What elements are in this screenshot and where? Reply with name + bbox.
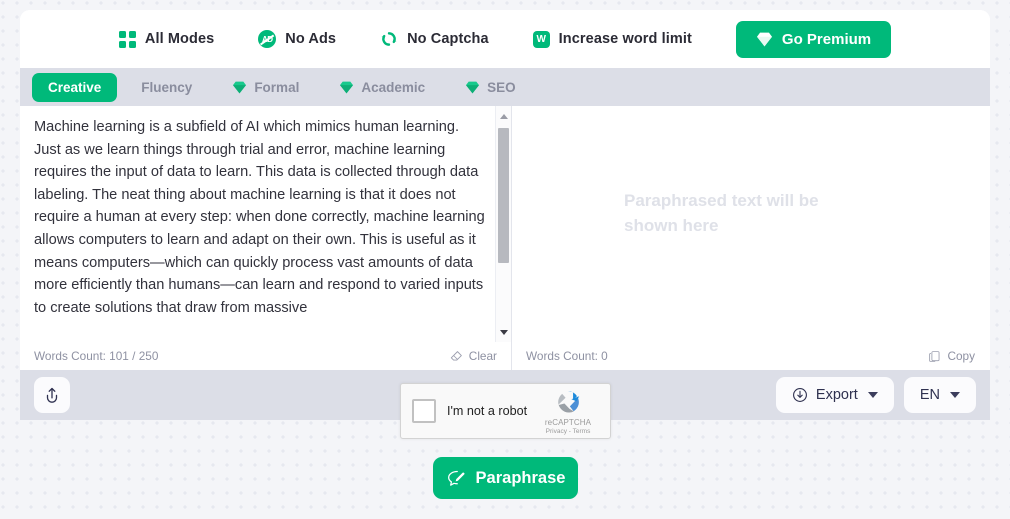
gem-icon: [756, 32, 772, 46]
source-words-count: Words Count: 101 / 250: [34, 349, 159, 363]
upload-document-button[interactable]: [34, 377, 70, 413]
recaptcha-widget: I'm not a robot reCAPTCHA Privacy - Term…: [400, 383, 611, 439]
output-words-count: Words Count: 0: [526, 349, 608, 363]
export-label: Export: [815, 387, 858, 403]
mode-tab-formal[interactable]: Formal: [216, 73, 315, 102]
scroll-up-arrow-icon[interactable]: [496, 108, 511, 124]
recaptcha-label: I'm not a robot: [447, 404, 528, 418]
refresh-captcha-icon: [381, 32, 397, 46]
mode-tab-label: Creative: [48, 79, 102, 95]
scroll-down-arrow-icon[interactable]: [496, 324, 511, 340]
source-status-bar: Words Count: 101 / 250 Clear: [20, 342, 512, 370]
chevron-down-icon: [867, 392, 878, 398]
source-text[interactable]: Machine learning is a subfield of AI whi…: [34, 116, 485, 319]
output-text-area[interactable]: Paraphrased text will be shown here: [512, 106, 989, 342]
gem-icon: [233, 81, 247, 93]
paraphrase-pencil-icon: [447, 470, 465, 486]
word-badge-icon: W: [532, 30, 550, 48]
scrollbar-thumb[interactable]: [498, 128, 509, 263]
gem-icon: [466, 81, 480, 93]
recaptcha-brand: reCAPTCHA Privacy - Terms: [537, 387, 599, 435]
promo-item-label: No Captcha: [407, 31, 489, 47]
go-premium-button[interactable]: Go Premium: [735, 20, 892, 58]
output-placeholder: Paraphrased text will be shown here: [624, 191, 819, 235]
source-scrollbar[interactable]: [495, 106, 511, 342]
paraphrase-button[interactable]: Paraphrase: [433, 457, 578, 499]
recaptcha-logo-icon: [558, 391, 580, 413]
promo-item-all-modes[interactable]: All Modes: [118, 30, 215, 48]
modes-bar: Creative Fluency Formal Academic SEO: [20, 68, 990, 106]
recaptcha-checkbox[interactable]: [412, 399, 436, 423]
promo-item-label: Increase word limit: [558, 31, 692, 47]
promo-item-no-ads[interactable]: AD No Ads: [258, 30, 336, 48]
mode-tab-label: Fluency: [141, 79, 193, 95]
mode-tab-label: Academic: [361, 79, 426, 95]
app-card: All Modes AD No Ads No Captcha W Increas…: [20, 10, 990, 420]
status-row: Words Count: 101 / 250 Clear Words Count…: [20, 342, 990, 370]
clear-button[interactable]: Clear: [450, 349, 497, 363]
language-selector[interactable]: EN: [903, 377, 976, 413]
mode-tab-label: Formal: [254, 79, 300, 95]
no-ads-icon: AD: [258, 30, 277, 48]
paraphrase-label: Paraphrase: [475, 468, 566, 487]
promo-item-increase-word-limit[interactable]: W Increase word limit: [532, 30, 692, 48]
editor-panes: Machine learning is a subfield of AI whi…: [20, 106, 990, 342]
mode-tab-fluency[interactable]: Fluency: [125, 73, 208, 102]
upload-icon: [46, 387, 58, 403]
source-text-area[interactable]: Machine learning is a subfield of AI whi…: [20, 106, 511, 342]
output-pane: Paraphrased text will be shown here: [512, 106, 989, 342]
source-pane: Machine learning is a subfield of AI whi…: [20, 106, 512, 342]
eraser-icon: [450, 350, 462, 361]
output-status-bar: Words Count: 0 Copy: [512, 342, 989, 370]
export-button[interactable]: Export: [775, 377, 894, 413]
copy-label: Copy: [947, 349, 975, 363]
recaptcha-terms[interactable]: Privacy - Terms: [546, 428, 591, 435]
recaptcha-brand-name: reCAPTCHA: [544, 418, 592, 427]
chevron-down-icon: [950, 392, 960, 398]
copy-button[interactable]: Copy: [928, 349, 975, 363]
gem-icon: [340, 81, 354, 93]
mode-tab-label: SEO: [487, 79, 516, 95]
download-circle-icon: [792, 388, 807, 402]
language-value: EN: [919, 387, 940, 403]
clear-label: Clear: [468, 349, 497, 363]
mode-tab-creative[interactable]: Creative: [32, 72, 118, 102]
mode-tab-seo[interactable]: SEO: [449, 73, 532, 102]
promo-bar: All Modes AD No Ads No Captcha W Increas…: [20, 10, 990, 68]
copy-icon: [929, 350, 940, 362]
promo-item-no-captcha[interactable]: No Captcha: [380, 30, 489, 48]
go-premium-label: Go Premium: [781, 30, 872, 48]
promo-item-label: No Ads: [285, 31, 337, 47]
promo-item-label: All Modes: [144, 31, 215, 47]
grid-icon: [118, 30, 136, 48]
mode-tab-academic[interactable]: Academic: [323, 73, 441, 102]
